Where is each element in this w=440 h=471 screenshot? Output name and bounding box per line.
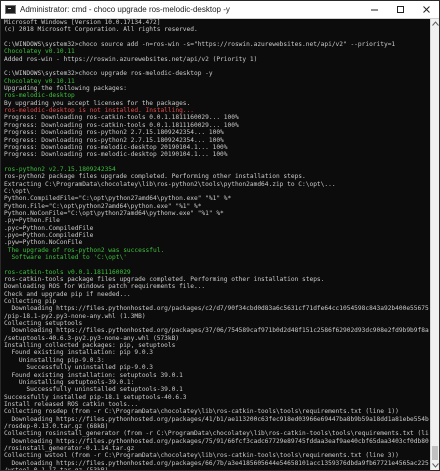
console-line: Install released ROS catkin tools...	[4, 400, 139, 408]
console-line: Chocolatey v0.10.11	[4, 48, 75, 56]
console-line: Downloading https://files.pythonhosted.o…	[4, 305, 429, 313]
console-line: Python.NoConFile="C:\opt\python27amd64\p…	[4, 209, 224, 217]
vertical-scrollbar[interactable]	[430, 19, 439, 470]
console-line: C:\WINDOWS\system32>choco upgrade ros-me…	[4, 70, 213, 78]
console-line: (c) 2018 Microsoft Corporation. All righ…	[4, 26, 198, 34]
console-line: Python.File="C:\opt\python27amd64\python…	[4, 202, 202, 210]
console-line: Successfully uninstalled setuptools-39.0…	[4, 386, 183, 394]
console-line: Upgrading the following packages:	[4, 85, 127, 93]
console-line: Python.CompiledFile="C:\opt\python27amd6…	[4, 195, 232, 203]
window-title: Administrator: cmd - choco upgrade ros-m…	[20, 5, 230, 14]
console-line: .py=Python.File	[4, 217, 60, 225]
console-output[interactable]: Microsoft Windows [Version 10.0.17134.47…	[4, 19, 429, 470]
console-line: Progress: Downloading ros-catkin-tools 0…	[4, 121, 239, 129]
cmd-icon	[5, 5, 16, 14]
console-line: ros-melodic-desktop is not installed. In…	[4, 107, 194, 115]
console-line: Collecting setuptools	[4, 320, 83, 328]
console-line: .pyo=Python.CompiledFile	[4, 231, 94, 239]
title-bar[interactable]: Administrator: cmd - choco upgrade ros-m…	[1, 1, 439, 19]
console-line: /rosinstall_generator-0.1.14.tar.gz	[4, 444, 135, 452]
console-line: Downloading https://files.pythonhosted.o…	[4, 327, 429, 335]
maximize-icon[interactable]	[387, 1, 413, 18]
console-line: Collecting pip	[4, 298, 57, 306]
console-line: Downloading https://files.pythonhosted.o…	[4, 459, 429, 467]
console-line: Extracting C:\ProgramData\chocolatey\lib…	[4, 180, 336, 188]
console-line: Downloading https://files.pythonhosted.o…	[4, 437, 429, 445]
console-line: Collecting rosdep (from -r C:\ProgramDat…	[4, 408, 399, 416]
console-line: Chocolatey v0.10.11	[4, 77, 75, 85]
console-line: Successfully installed pip-18.1 setuptoo…	[4, 393, 187, 401]
console-line: Found existing installation: setuptools …	[4, 371, 183, 379]
console-line: /setuptools-40.6.3-py2.py3-none-any.whl …	[4, 334, 180, 342]
console-line: By upgrading you accept licenses for the…	[4, 99, 191, 107]
console-line: Microsoft Windows [Version 10.0.17134.47…	[4, 19, 161, 26]
console-line: Progress: Downloading ros-melodic-deskto…	[4, 143, 228, 151]
console-window: Administrator: cmd - choco upgrade ros-m…	[0, 0, 440, 471]
console-line: Added ros-win - https://roswin.azurewebs…	[4, 55, 258, 63]
console-line: Software installed to 'C:\opt\'	[4, 254, 127, 261]
close-icon[interactable]	[413, 1, 439, 18]
console-line: ros-python2 v2.7.15.1809242354	[4, 165, 116, 173]
console-line: Progress: Downloading ros-melodic-deskto…	[4, 151, 228, 159]
scroll-thumb[interactable]	[432, 446, 438, 460]
console-line: Collecting rosinstall_generator (from -r…	[4, 430, 429, 438]
console-line: ros-melodic-desktop	[4, 92, 75, 100]
console-line: ros-catkin-tools v0.0.1.1811160029	[4, 268, 131, 276]
scroll-down-icon[interactable]	[431, 461, 439, 470]
console-line: Progress: Downloading ros-catkin-tools 0…	[4, 114, 239, 122]
console-line: .pyc=Python.CompiledFile	[4, 224, 94, 232]
console-line: Downloading https://files.pythonhosted.o…	[4, 415, 429, 423]
console-line: Uninstalling setuptools-39.0.1:	[4, 378, 135, 386]
console-line: Progress: Downloading ros-python2 2.7.15…	[4, 129, 224, 137]
console-line: The upgrade of ros-python2 was successfu…	[4, 246, 165, 254]
console-line: Successfully uninstalled pip-9.0.3	[4, 364, 154, 372]
console-line: /rosdep-0.13.0.tar.gz (68kB)	[4, 422, 109, 430]
console-line: .pyw=Python.NoConFile	[4, 239, 83, 247]
console-line: Uninstalling pip-9.0.3:	[4, 356, 105, 364]
console-line: Found existing installation: pip 9.0.3	[4, 349, 154, 357]
minimize-icon[interactable]	[361, 1, 387, 18]
console-line: Downloading ROS for Windows patch requir…	[4, 283, 206, 291]
console-line: C:\opt\	[4, 187, 31, 195]
console-line: Collecting wstool (from -r C:\ProgramDat…	[4, 452, 399, 460]
console-line: /wstool-0.1.17.tar.gz (53kB)	[4, 467, 429, 470]
console-line: Check and upgrade pip if needed...	[4, 290, 131, 298]
console-line: Installing collected packages: pip, setu…	[4, 342, 176, 350]
console-line: /pip-18.1-py2.py3-none-any.whl (1.3MB)	[4, 312, 146, 320]
console-line: Progress: Downloading ros-python2 2.7.15…	[4, 136, 224, 144]
console-line: ros-python2 package files upgrade comple…	[4, 173, 306, 181]
console-line: ros-catkin-tools package files upgrade c…	[4, 276, 325, 284]
console-line: C:\WINDOWS\system32>choco source add -n=…	[4, 41, 396, 49]
scroll-up-icon[interactable]	[431, 19, 439, 28]
